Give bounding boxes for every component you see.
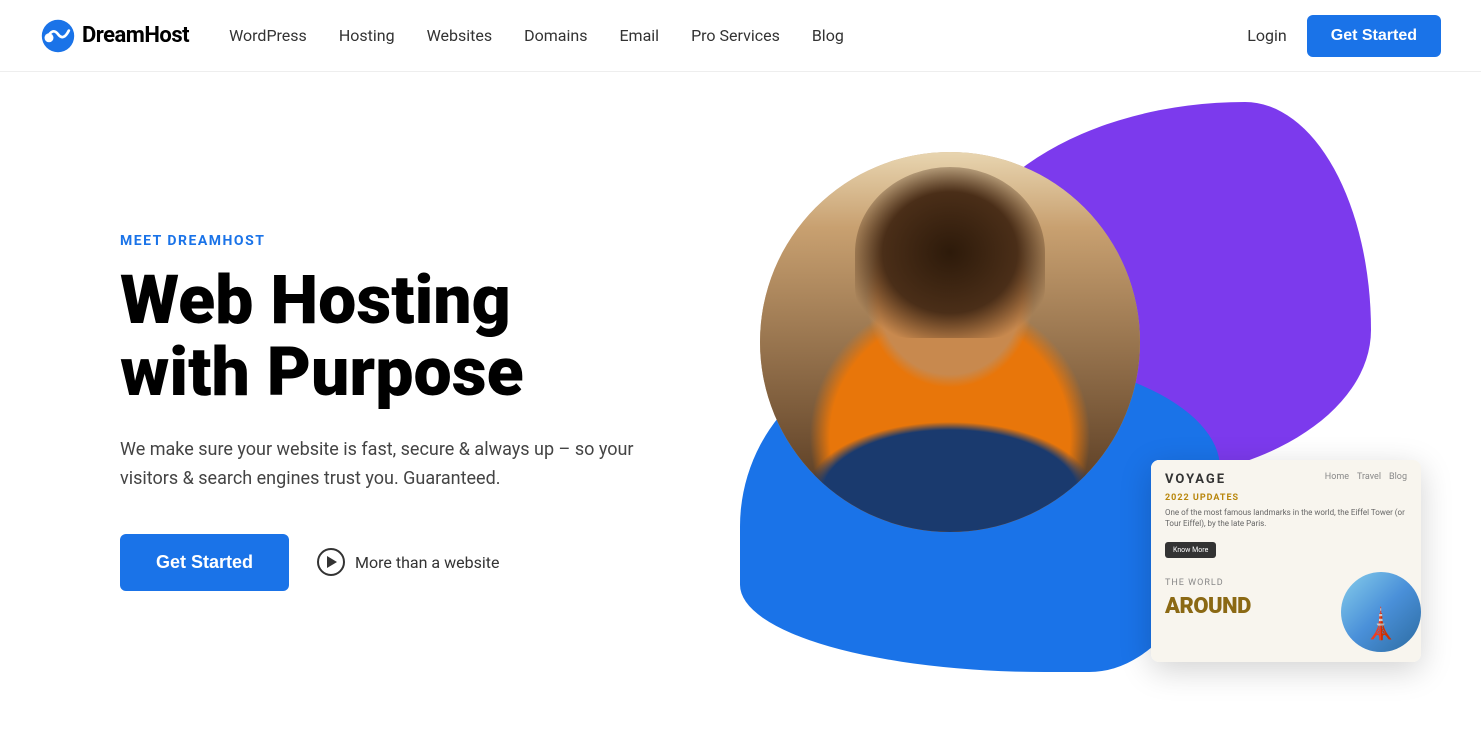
hero-eyebrow: MEET DREAMHOST — [120, 233, 700, 249]
card-know-more-button[interactable]: Know More — [1165, 542, 1216, 558]
logo-text: DreamHost — [82, 23, 189, 48]
card-nav-blog: Blog — [1389, 472, 1407, 482]
card-world-label: THE WORLD — [1165, 578, 1333, 588]
hero-visual: VOYAGE Home Travel Blog 2022 UPDATES One… — [700, 132, 1401, 692]
hero-description: We make sure your website is fast, secur… — [120, 436, 640, 494]
hero-actions: Get Started More than a website — [120, 534, 700, 591]
card-eyebrow: 2022 UPDATES — [1165, 493, 1407, 503]
card-header: VOYAGE Home Travel Blog 2022 UPDATES One… — [1151, 460, 1421, 572]
nav-links: WordPress Hosting Websites Domains Email… — [229, 26, 1247, 45]
nav-blog[interactable]: Blog — [812, 26, 844, 45]
hero-content: MEET DREAMHOST Web Hosting with Purpose … — [120, 233, 700, 590]
play-icon — [317, 548, 345, 576]
card-nav-home: Home — [1325, 472, 1349, 482]
more-than-website-label: More than a website — [355, 553, 499, 572]
card-nav: Home Travel Blog — [1325, 472, 1407, 482]
main-nav: DreamHost WordPress Hosting Websites Dom… — [0, 0, 1481, 72]
person-illustration — [760, 152, 1140, 532]
hero-title-line1: Web Hosting — [120, 260, 511, 340]
hero-section: MEET DREAMHOST Web Hosting with Purpose … — [0, 72, 1481, 752]
nav-email[interactable]: Email — [619, 26, 659, 45]
more-than-website-link[interactable]: More than a website — [317, 548, 499, 576]
card-eiffel-image — [1341, 572, 1421, 652]
login-link[interactable]: Login — [1247, 26, 1286, 45]
nav-wordpress[interactable]: WordPress — [229, 26, 307, 45]
nav-pro-services[interactable]: Pro Services — [691, 26, 780, 45]
logo-link[interactable]: DreamHost — [40, 18, 189, 54]
card-site-title: VOYAGE — [1165, 472, 1226, 487]
card-image-area: THE WORLD AROUND — [1151, 572, 1421, 662]
hero-person-image — [760, 152, 1140, 532]
website-preview-card: VOYAGE Home Travel Blog 2022 UPDATES One… — [1151, 460, 1421, 662]
logo-icon — [40, 18, 76, 54]
nav-get-started-button[interactable]: Get Started — [1307, 15, 1441, 57]
hero-get-started-button[interactable]: Get Started — [120, 534, 289, 591]
nav-domains[interactable]: Domains — [524, 26, 587, 45]
card-around-text: AROUND — [1165, 596, 1333, 618]
nav-hosting[interactable]: Hosting — [339, 26, 395, 45]
hero-title: Web Hosting with Purpose — [120, 265, 700, 408]
hero-title-line2: with Purpose — [120, 332, 524, 412]
nav-right: Login Get Started — [1247, 15, 1441, 57]
nav-websites[interactable]: Websites — [427, 26, 493, 45]
card-body-text: One of the most famous landmarks in the … — [1165, 507, 1407, 529]
card-nav-travel: Travel — [1357, 472, 1381, 482]
